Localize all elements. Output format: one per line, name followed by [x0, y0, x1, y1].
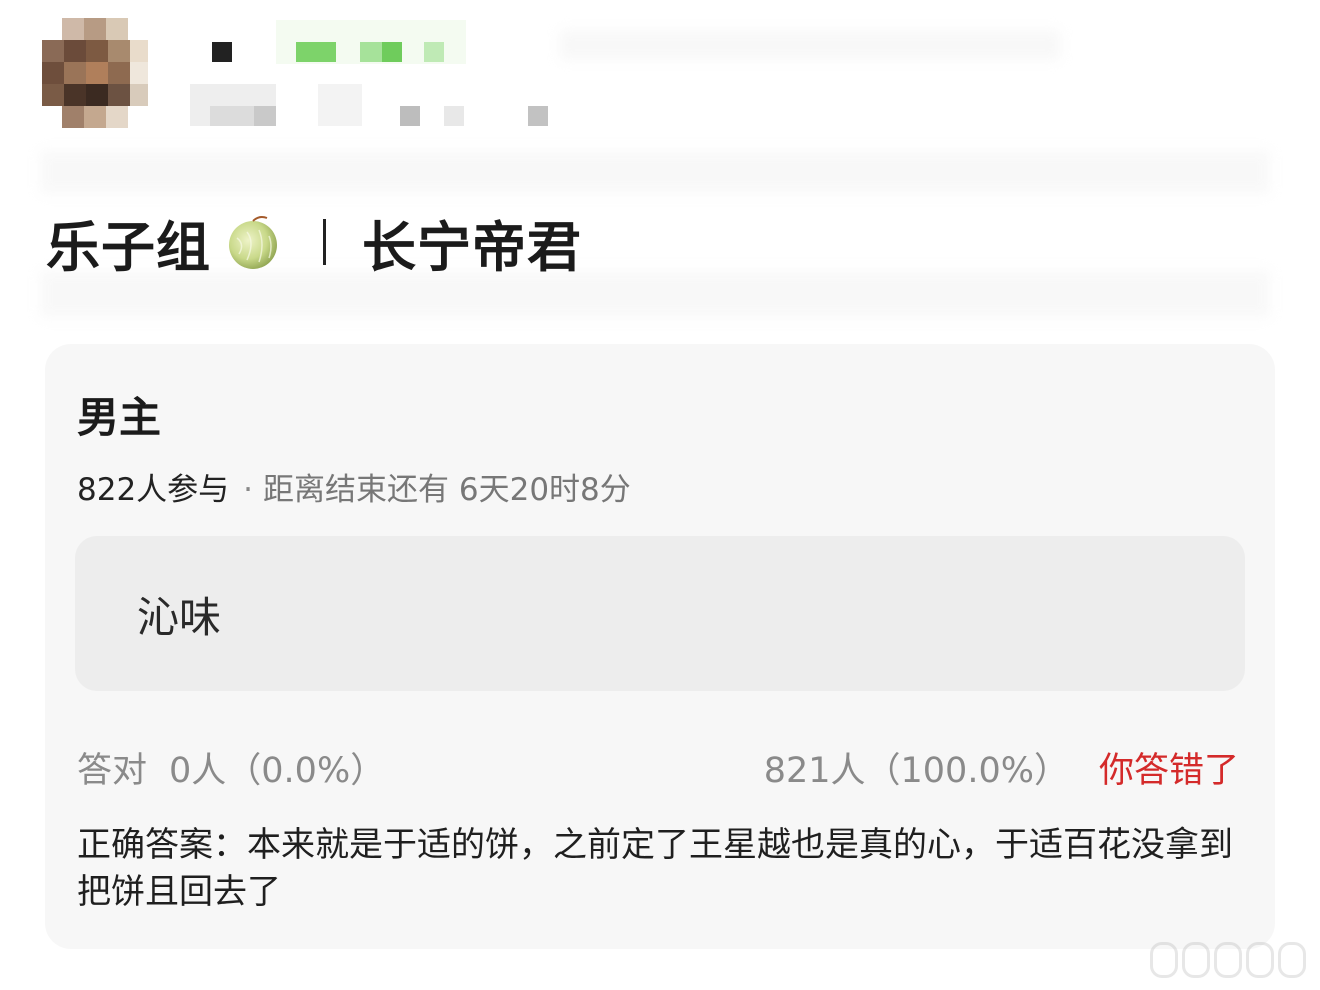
- correct-count: 0人（0.0%）: [169, 751, 386, 791]
- correct-answer: 正确答案：本来就是于适的饼，之前定了王星越也是真的心，于适百花没拿到把饼且回去了: [77, 825, 1233, 912]
- watermark: [1150, 942, 1306, 978]
- correct-stats: 答对 0人（0.0%）: [77, 742, 385, 793]
- poll-option[interactable]: 沁味: [75, 536, 1245, 691]
- post-title-left: 乐子组: [46, 215, 211, 279]
- time-remaining: 距离结束还有 6天20时8分: [263, 472, 631, 508]
- participant-count: 822人参与: [77, 472, 230, 508]
- option-stats: 821人（100.0%） 你答错了: [764, 742, 1239, 793]
- result-wrong: 你答错了: [1098, 751, 1239, 791]
- blurred-text-line: [40, 150, 1270, 194]
- post-title: 乐子组 长宁帝君: [46, 202, 582, 282]
- meta-separator: ·: [243, 472, 254, 508]
- title-divider: [323, 219, 326, 265]
- username-blurred[interactable]: [190, 20, 550, 130]
- poll-question: 男主: [77, 393, 162, 442]
- melon-emoji-icon: [225, 214, 281, 270]
- blurred-text-line: [560, 30, 1060, 60]
- option-count: 821人（100.0%）: [763, 751, 1069, 791]
- post-title-right: 长宁帝君: [362, 215, 582, 279]
- poll-option-label: 沁味: [137, 593, 222, 642]
- avatar[interactable]: [42, 18, 148, 128]
- poll-meta: 822人参与 · 距离结束还有 6天20时8分: [77, 464, 631, 509]
- correct-label: 答对: [77, 751, 148, 791]
- poll-card: 男主 822人参与 · 距离结束还有 6天20时8分 沁味 答对 0人（0.0%） 8…: [45, 344, 1275, 949]
